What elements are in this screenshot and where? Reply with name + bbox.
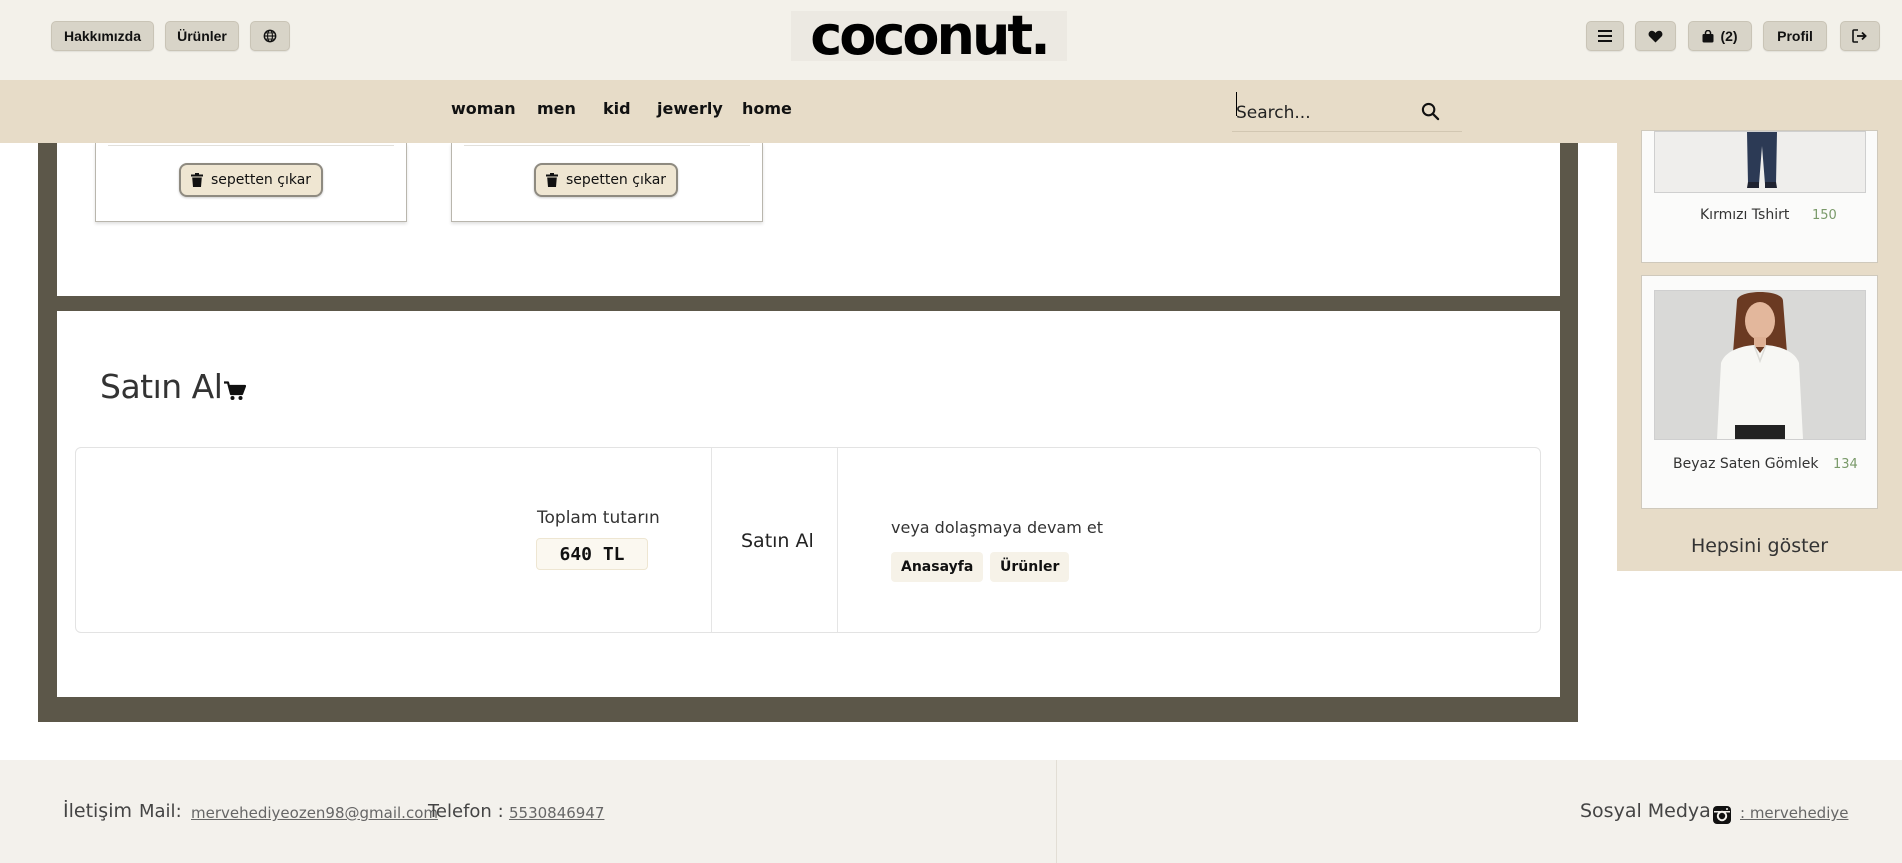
cart-item-card: sepetten çıkar bbox=[95, 143, 407, 222]
cart-button[interactable]: (2) bbox=[1688, 21, 1752, 51]
language-button[interactable] bbox=[250, 21, 290, 51]
cart-item-card: sepetten çıkar bbox=[451, 143, 763, 222]
show-all-link[interactable]: Hepsini göster bbox=[1617, 535, 1902, 557]
logo-text: coconut. bbox=[810, 4, 1050, 67]
product-price: 150 bbox=[1812, 208, 1837, 223]
product-name: Beyaz Saten Gömlek bbox=[1673, 456, 1819, 472]
products-link-button[interactable]: Ürünler bbox=[990, 552, 1070, 582]
column-divider bbox=[837, 448, 838, 632]
column-divider bbox=[711, 448, 712, 632]
bag-icon bbox=[1702, 29, 1714, 42]
products-label: Ürünler bbox=[177, 28, 227, 44]
remove-from-cart-button[interactable]: sepetten çıkar bbox=[534, 163, 678, 197]
remove-label: sepetten çıkar bbox=[210, 172, 312, 188]
woman-shirt-figure bbox=[1655, 291, 1865, 439]
phone-label: Telefon : bbox=[428, 801, 504, 822]
product-image[interactable] bbox=[1654, 131, 1866, 193]
logout-button[interactable] bbox=[1840, 21, 1880, 51]
profile-button[interactable]: Profil bbox=[1763, 21, 1827, 51]
total-label: Toplam tutarın bbox=[537, 508, 660, 528]
footer-divider bbox=[1056, 760, 1057, 863]
divider bbox=[464, 145, 750, 146]
continue-shopping-text: veya dolaşmaya devam et bbox=[891, 518, 1104, 537]
trash-icon bbox=[190, 173, 203, 187]
menu-icon bbox=[1598, 30, 1612, 42]
globe-icon bbox=[263, 29, 277, 43]
buy-button[interactable]: Satın Al bbox=[741, 530, 814, 552]
nav-item-home[interactable]: home bbox=[742, 99, 792, 118]
mail-label: Mail: bbox=[139, 801, 182, 822]
product-card[interactable]: Kırmızı Tshirt 150 bbox=[1641, 130, 1878, 263]
cart-count: (2) bbox=[1720, 28, 1738, 44]
checkout-title: Satın Al bbox=[100, 367, 223, 406]
about-button[interactable]: Hakkımızda bbox=[51, 21, 154, 51]
logout-icon bbox=[1852, 29, 1867, 43]
search-input[interactable] bbox=[1234, 99, 1418, 127]
category-navbar bbox=[0, 80, 1902, 143]
nav-item-woman[interactable]: woman bbox=[451, 99, 516, 118]
jeans-figure bbox=[1655, 132, 1865, 192]
instagram-icon[interactable] bbox=[1712, 805, 1732, 825]
product-image[interactable] bbox=[1654, 290, 1866, 440]
total-amount: 640 TL bbox=[536, 538, 648, 570]
nav-item-jewerly[interactable]: jewerly bbox=[657, 99, 723, 118]
menu-button[interactable] bbox=[1586, 21, 1624, 51]
nav-item-kid[interactable]: kid bbox=[603, 99, 631, 118]
profile-label: Profil bbox=[1777, 28, 1813, 44]
social-handle-link[interactable]: : mervehediye bbox=[1740, 804, 1848, 822]
site-logo[interactable]: coconut. bbox=[791, 4, 1067, 67]
favorites-button[interactable] bbox=[1635, 21, 1676, 51]
phone-link[interactable]: 5530846947 bbox=[509, 804, 604, 822]
divider bbox=[108, 145, 394, 146]
product-price: 134 bbox=[1833, 457, 1858, 472]
heart-icon bbox=[1648, 30, 1663, 43]
nav-item-men[interactable]: men bbox=[537, 99, 576, 118]
search-icon[interactable] bbox=[1421, 102, 1440, 121]
search-bar bbox=[1232, 93, 1462, 132]
social-media-label: Sosyal Medya bbox=[1580, 800, 1711, 822]
product-name: Kırmızı Tshirt bbox=[1700, 207, 1790, 223]
product-card[interactable]: Beyaz Saten Gömlek 134 bbox=[1641, 275, 1878, 509]
remove-label: sepetten çıkar bbox=[565, 172, 667, 188]
home-button[interactable]: Anasayfa bbox=[891, 552, 984, 582]
contact-label: İletişim bbox=[63, 800, 132, 822]
remove-from-cart-button[interactable]: sepetten çıkar bbox=[179, 163, 323, 197]
about-label: Hakkımızda bbox=[63, 28, 142, 44]
products-button[interactable]: Ürünler bbox=[165, 21, 239, 51]
shopping-cart-icon bbox=[224, 381, 246, 400]
trash-icon bbox=[545, 173, 558, 187]
mail-link[interactable]: mervehediyeozen98@gmail.com bbox=[191, 804, 438, 822]
text-cursor bbox=[1236, 92, 1237, 116]
